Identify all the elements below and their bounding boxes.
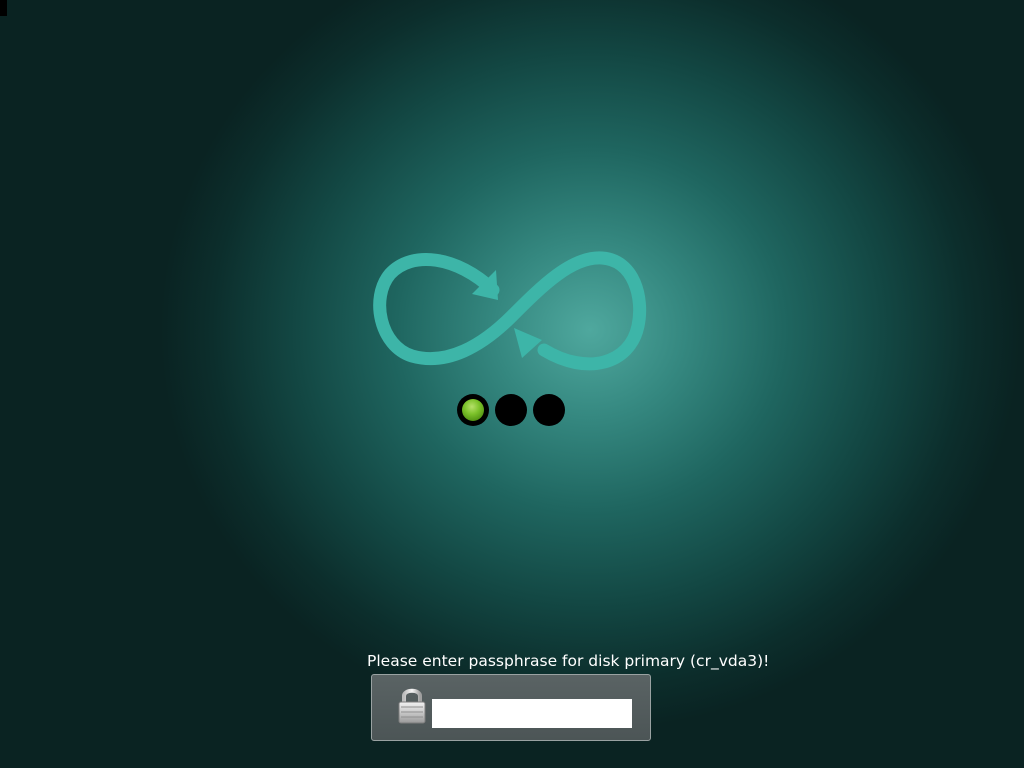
boot-progress-indicator bbox=[457, 394, 565, 426]
progress-dot bbox=[533, 394, 565, 426]
passphrase-dialog bbox=[371, 674, 651, 741]
progress-dot bbox=[495, 394, 527, 426]
passphrase-input[interactable] bbox=[432, 699, 632, 728]
infinity-loop-arrows-icon bbox=[373, 251, 647, 371]
corner-marker bbox=[0, 0, 7, 16]
progress-dot-active bbox=[457, 394, 489, 426]
passphrase-prompt-message: Please enter passphrase for disk primary… bbox=[367, 652, 770, 670]
padlock-icon bbox=[398, 688, 426, 724]
boot-splash-screen: Please enter passphrase for disk primary… bbox=[0, 0, 1024, 768]
